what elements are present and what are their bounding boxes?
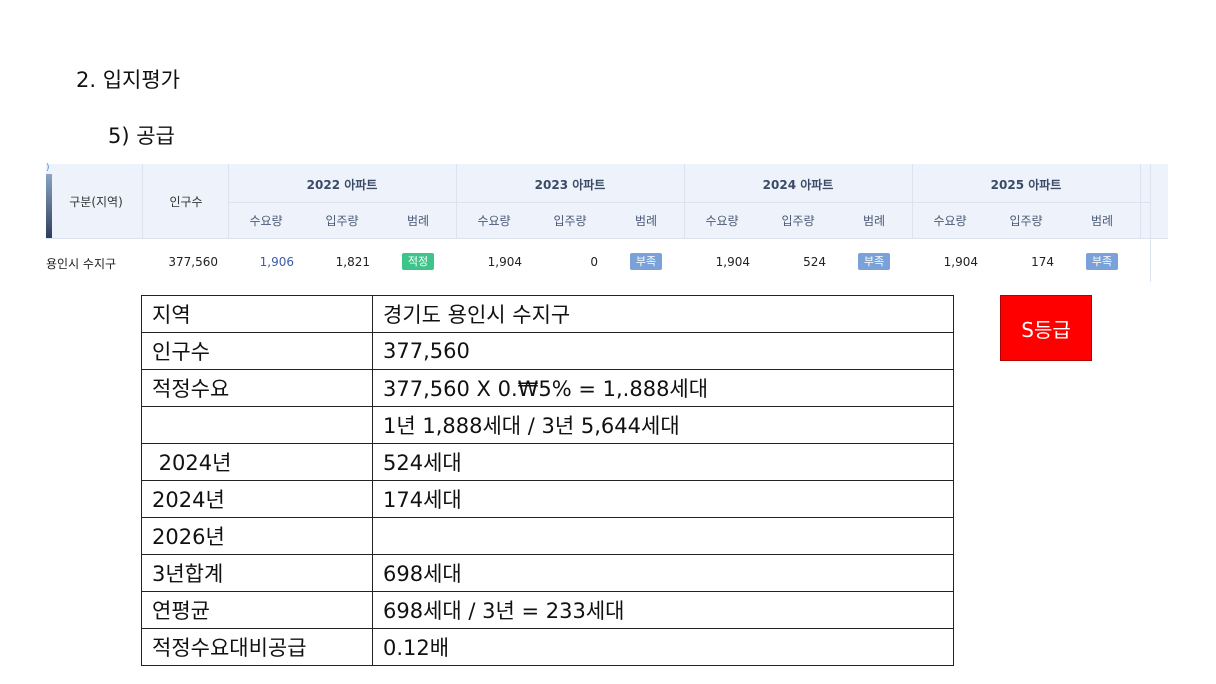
row-value: 377,560 bbox=[372, 332, 954, 370]
grade-badge: S등급 bbox=[1000, 295, 1092, 361]
table-row: 연평균 698세대 / 3년 = 233세대 bbox=[141, 591, 954, 629]
row-key bbox=[141, 406, 373, 444]
value-demand-2022: 1,906 bbox=[259, 255, 294, 269]
value-demand-2025: 1,904 bbox=[943, 255, 978, 269]
subsection-heading: 5) 공급 bbox=[108, 124, 175, 148]
row-value: 377,560 X 0.₩5% = 1,.888세대 bbox=[372, 369, 954, 407]
value-move-in-2025: 174 bbox=[1031, 255, 1054, 269]
legend-badge-2024: 부족 bbox=[857, 253, 891, 270]
table-row: 인구수 377,560 bbox=[141, 332, 954, 370]
sub-legend: 범례 bbox=[1090, 214, 1114, 228]
row-value bbox=[372, 517, 954, 555]
row-value: 698세대 bbox=[372, 554, 954, 592]
row-key: 3년합계 bbox=[141, 554, 373, 592]
sub-move-in: 입주량 bbox=[1009, 214, 1043, 228]
table-row: 1년 1,888세대 / 3년 5,644세대 bbox=[141, 406, 954, 444]
sub-legend: 범례 bbox=[634, 214, 658, 228]
table-row: 2024년 524세대 bbox=[141, 443, 954, 481]
row-value: 경기도 용인시 수지구 bbox=[372, 295, 954, 333]
header-population: 인구수 bbox=[169, 195, 203, 209]
row-value: 174세대 bbox=[372, 480, 954, 518]
row-key: 2026년 bbox=[141, 517, 373, 555]
legend-badge-2022: 적정 bbox=[401, 253, 435, 270]
value-demand-2023: 1,904 bbox=[487, 255, 522, 269]
value-move-in-2024: 524 bbox=[803, 255, 826, 269]
table-row: 3년합계 698세대 bbox=[141, 554, 954, 592]
sub-demand: 수요량 bbox=[705, 214, 739, 228]
header-region: 구분(지역) bbox=[69, 195, 123, 209]
sub-legend: 범례 bbox=[406, 214, 430, 228]
row-value: 0.12배 bbox=[372, 628, 954, 666]
row-key: 지역 bbox=[141, 295, 373, 333]
table-row: 지역 경기도 용인시 수지구 bbox=[141, 295, 954, 333]
row-key: 인구수 bbox=[141, 332, 373, 370]
table-row: 2026년 bbox=[141, 517, 954, 555]
supply-summary-table: ) 구분(지역) 인구수 2022 아파트 2023 아파트 2024 아파트 … bbox=[46, 164, 1168, 282]
table-row: 적정수요 377,560 X 0.₩5% = 1,.888세대 bbox=[141, 369, 954, 407]
row-value: 698세대 / 3년 = 233세대 bbox=[372, 591, 954, 629]
sub-move-in: 입주량 bbox=[325, 214, 359, 228]
table-row: 적정수요대비공급 0.12배 bbox=[141, 628, 954, 666]
sub-demand: 수요량 bbox=[933, 214, 967, 228]
value-demand-2024: 1,904 bbox=[715, 255, 750, 269]
row-key: 적정수요 bbox=[141, 369, 373, 407]
legend-badge-2023: 부족 bbox=[629, 253, 663, 270]
header-year-2024: 2024 아파트 bbox=[762, 178, 834, 192]
header-year-2023: 2023 아파트 bbox=[534, 178, 606, 192]
scroll-indicator-icon: ) bbox=[46, 163, 50, 173]
sub-demand: 수요량 bbox=[249, 214, 283, 228]
value-move-in-2023: 0 bbox=[590, 255, 598, 269]
row-key: 2024년 bbox=[141, 443, 373, 481]
location-evaluation-table: 지역 경기도 용인시 수지구 인구수 377,560 적정수요 377,560 … bbox=[141, 295, 954, 666]
header-year-2025: 2025 아파트 bbox=[990, 178, 1062, 192]
row-value: 1년 1,888세대 / 3년 5,644세대 bbox=[372, 406, 954, 444]
sub-legend: 범례 bbox=[862, 214, 886, 228]
value-move-in-2022: 1,821 bbox=[335, 255, 370, 269]
row-key: 연평균 bbox=[141, 591, 373, 629]
row-region[interactable]: 용인시 수지구 bbox=[46, 255, 138, 272]
section-heading: 2. 입지평가 bbox=[76, 68, 180, 92]
row-value: 524세대 bbox=[372, 443, 954, 481]
row-key: 적정수요대비공급 bbox=[141, 628, 373, 666]
table-row: 2024년 174세대 bbox=[141, 480, 954, 518]
row-key: 2024년 bbox=[141, 480, 373, 518]
sub-move-in: 입주량 bbox=[553, 214, 587, 228]
header-year-2022: 2022 아파트 bbox=[306, 178, 378, 192]
row-population: 377,560 bbox=[168, 255, 218, 269]
sub-move-in: 입주량 bbox=[781, 214, 815, 228]
sub-demand: 수요량 bbox=[477, 214, 511, 228]
legend-badge-2025: 부족 bbox=[1085, 253, 1119, 270]
row-thumbnail bbox=[46, 174, 52, 238]
